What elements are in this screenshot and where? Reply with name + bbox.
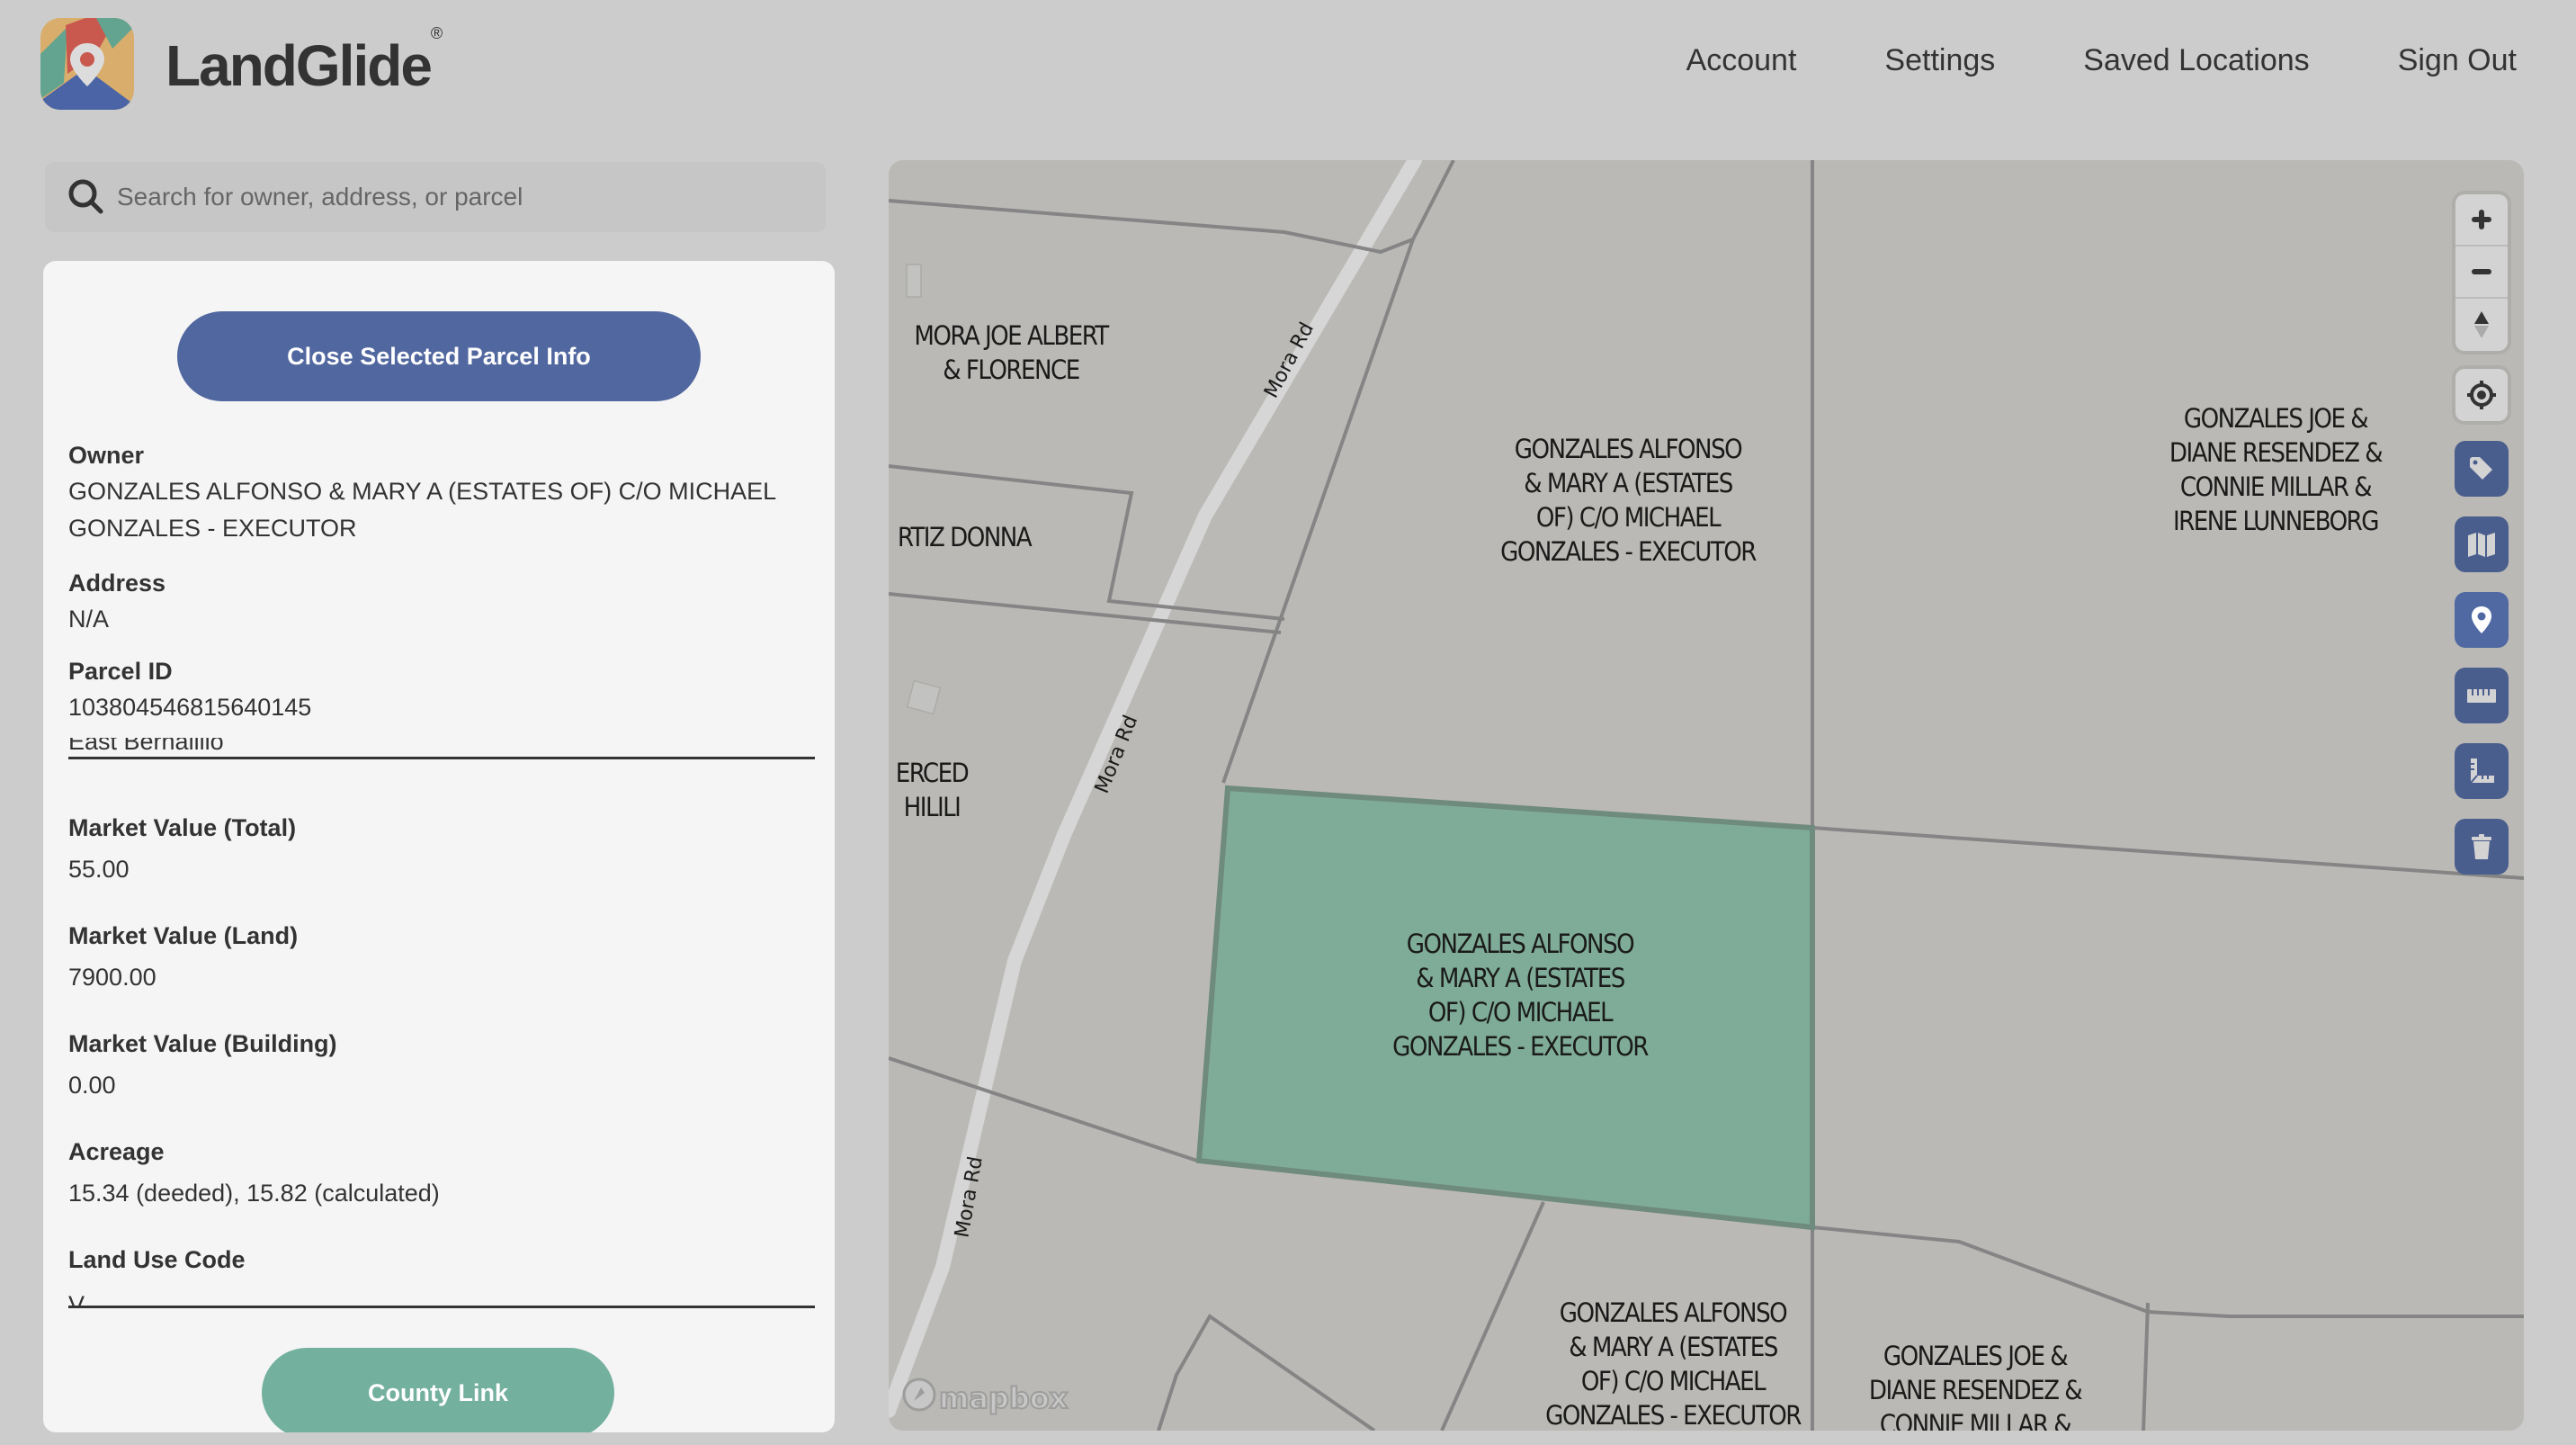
market-total-value: 55.00 xyxy=(68,856,130,883)
area-ruler-icon xyxy=(2470,758,2494,784)
zoom-in-button[interactable] xyxy=(2455,194,2508,247)
market-land-field: Market Value (Land) 7900.00 xyxy=(68,918,815,996)
parcel-info-panel: Close Selected Parcel Info Owner GONZALE… xyxy=(43,261,835,1432)
trash-icon xyxy=(2472,834,2491,859)
nav-saved-locations[interactable]: Saved Locations xyxy=(2083,43,2309,78)
mapbox-logo-icon xyxy=(901,1377,937,1420)
tag-icon xyxy=(2470,457,2492,480)
compass-icon xyxy=(2474,311,2489,338)
map-canvas[interactable]: MORA JOE ALBERT & FLORENCE RTIZ DONNA ERC… xyxy=(889,160,2524,1431)
owner-value-line1: GONZALES ALFONSO & MARY A (ESTATES OF) C… xyxy=(68,478,777,505)
address-value: N/A xyxy=(68,606,110,633)
search-input[interactable] xyxy=(117,183,801,211)
parcel-id-field: Parcel ID 103804546815640145 xyxy=(68,653,815,726)
owner-value-line2: GONZALES - EXECUTOR xyxy=(68,515,357,542)
geolocate-control-group xyxy=(2455,369,2508,421)
owner-label: Owner xyxy=(68,442,145,469)
land-use-clipped-region[interactable]: V xyxy=(68,1285,815,1308)
nav-settings[interactable]: Settings xyxy=(1884,43,1995,78)
market-building-label: Market Value (Building) xyxy=(68,1030,337,1057)
mapbox-attribution[interactable]: mapbox xyxy=(901,1377,1069,1420)
geolocate-button[interactable] xyxy=(2455,369,2508,421)
top-nav: Account Settings Saved Locations Sign Ou… xyxy=(1686,43,2517,78)
parcel-label-selected: GONZALES ALFONSO & MARY A (ESTATES OF) C/O… xyxy=(1392,929,1649,1062)
pin-tool-button[interactable] xyxy=(2455,592,2509,648)
landglide-logo-icon[interactable] xyxy=(40,18,134,110)
land-use-field: Land Use Code xyxy=(68,1242,815,1278)
compass-button[interactable] xyxy=(2455,299,2508,351)
acreage-label: Acreage xyxy=(68,1138,165,1165)
parcel-id-value: 103804546815640145 xyxy=(68,694,312,721)
market-total-field: Market Value (Total) 55.00 xyxy=(68,810,815,888)
scroll-clipped-region[interactable]: East Bernalillo xyxy=(68,738,815,759)
land-use-label: Land Use Code xyxy=(68,1246,246,1273)
ruler-icon xyxy=(2467,689,2496,703)
address-label: Address xyxy=(68,570,166,597)
brand-text: LandGlide xyxy=(165,33,433,98)
parcel-label-gonzales-joe-north: GONZALES JOE & DIANE RESENDEZ & CONNIE MIL… xyxy=(2169,403,2384,536)
measure-area-button[interactable] xyxy=(2455,743,2509,799)
market-building-value: 0.00 xyxy=(68,1072,116,1099)
plus-icon xyxy=(2472,210,2491,229)
delete-button[interactable] xyxy=(2455,819,2509,875)
acreage-value: 15.34 (deeded), 15.82 (calculated) xyxy=(68,1180,440,1207)
registered-mark: ® xyxy=(430,23,443,42)
measure-distance-button[interactable] xyxy=(2455,668,2509,723)
parcel-label-gonzales-north: GONZALES ALFONSO & MARY A (ESTATES OF) C/O… xyxy=(1500,434,1757,567)
market-land-value: 7900.00 xyxy=(68,964,157,991)
address-field: Address N/A xyxy=(68,565,815,638)
pin-icon xyxy=(2472,606,2491,633)
clipped-county-value: East Bernalillo xyxy=(68,738,224,755)
land-use-value: V xyxy=(68,1291,85,1308)
parcel-id-label: Parcel ID xyxy=(68,658,173,685)
owner-field: Owner GONZALES ALFONSO & MARY A (ESTATES… xyxy=(68,437,815,547)
map-icon xyxy=(2468,533,2495,557)
parcel-label-gonzales-south: GONZALES ALFONSO & MARY A (ESTATES OF) C/O… xyxy=(1545,1297,1802,1431)
close-parcel-info-button[interactable]: Close Selected Parcel Info xyxy=(177,311,701,401)
search-bar xyxy=(45,162,826,232)
acreage-field: Acreage 15.34 (deeded), 15.82 (calculate… xyxy=(68,1134,815,1212)
market-building-field: Market Value (Building) 0.00 xyxy=(68,1026,815,1104)
market-total-label: Market Value (Total) xyxy=(68,814,297,841)
parcel-label-ortiz: RTIZ DONNA xyxy=(897,522,1033,552)
map-layers-button[interactable] xyxy=(2455,516,2509,572)
search-icon xyxy=(67,177,106,217)
market-land-label: Market Value (Land) xyxy=(68,922,299,949)
tag-tool-button[interactable] xyxy=(2455,441,2509,497)
nav-account[interactable]: Account xyxy=(1686,43,1797,78)
zoom-out-button[interactable] xyxy=(2455,247,2508,299)
county-link-button[interactable]: County Link xyxy=(262,1348,614,1432)
geolocate-icon xyxy=(2467,381,2496,409)
parcel-label-merced: ERCED HILILI xyxy=(895,758,970,822)
parcel-lines xyxy=(889,160,2524,1431)
parcel-label-mora: MORA JOE ALBERT & FLORENCE xyxy=(914,320,1109,385)
zoom-control-group xyxy=(2455,194,2508,351)
parcel-label-gonzales-joe-south: GONZALES JOE & DIANE RESENDEZ & CONNIE MIL… xyxy=(1868,1341,2083,1431)
mapbox-text: mapbox xyxy=(938,1380,1069,1416)
brand-name: LandGlide® xyxy=(165,24,443,99)
nav-sign-out[interactable]: Sign Out xyxy=(2398,43,2517,78)
minus-icon xyxy=(2472,269,2491,274)
